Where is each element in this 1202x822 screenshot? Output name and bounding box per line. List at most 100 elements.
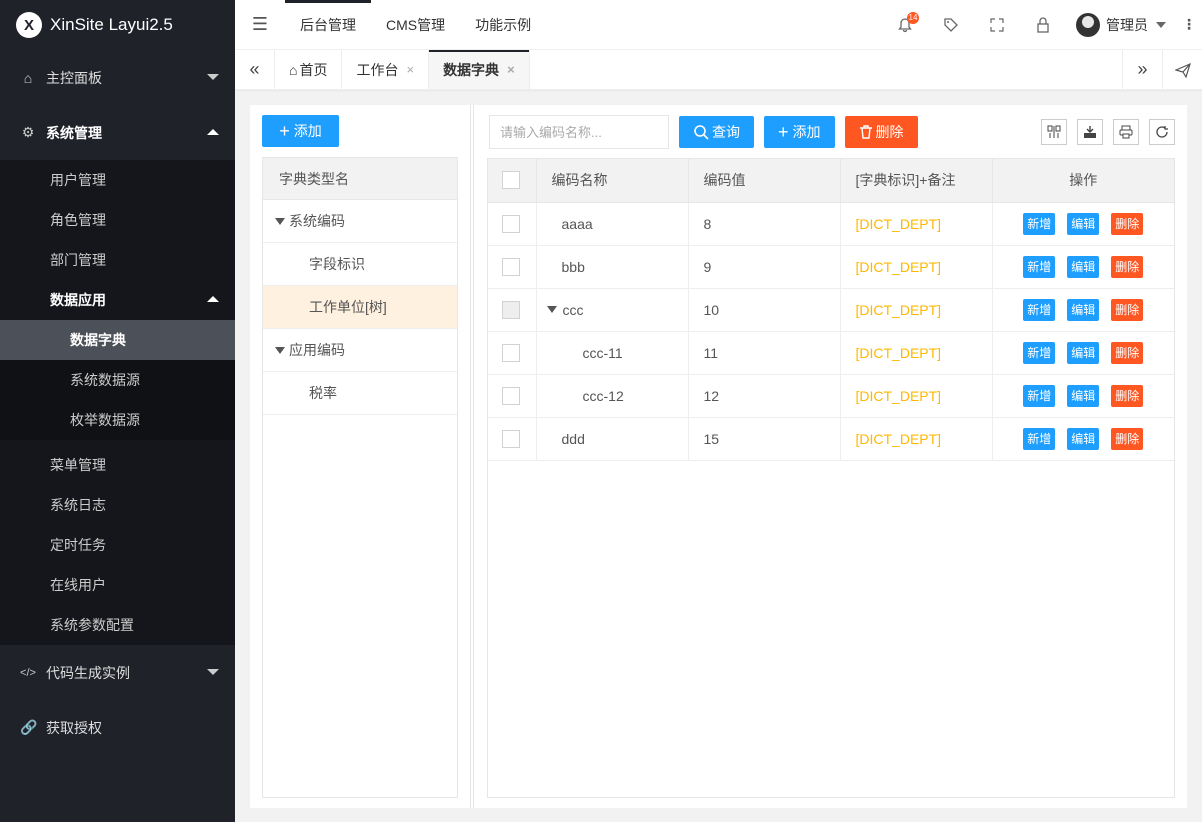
- sidebar-item-roles[interactable]: 角色管理: [0, 200, 235, 240]
- row-delete-button[interactable]: 删除: [1111, 298, 1144, 321]
- row-edit-button[interactable]: 编辑: [1067, 298, 1100, 321]
- expand-triangle-icon[interactable]: [275, 217, 285, 225]
- header-menu-admin[interactable]: 后台管理: [285, 0, 371, 50]
- sidebar-item-users[interactable]: 用户管理: [0, 160, 235, 200]
- more-vertical-icon[interactable]: ⋮: [1176, 16, 1202, 33]
- expand-triangle-icon[interactable]: [275, 346, 285, 354]
- cell-dict: [DICT_DEPT]: [840, 288, 993, 332]
- tabs-scroll-right-icon[interactable]: »: [1122, 50, 1162, 89]
- row-edit-button[interactable]: 编辑: [1067, 212, 1100, 235]
- row-checkbox-cell: [488, 331, 537, 375]
- content-card: + 添加 字典类型名 系统编码 字段标识 工作单位[树] 应用编码 税率 查询: [250, 105, 1187, 808]
- row-checkbox[interactable]: [502, 429, 520, 448]
- row-edit-button[interactable]: 编辑: [1067, 384, 1100, 407]
- expand-triangle-icon[interactable]: [546, 306, 557, 313]
- row-add-button[interactable]: 新增: [1023, 255, 1056, 278]
- tab-dict[interactable]: 数据字典 ×: [429, 50, 530, 89]
- columns-filter-icon[interactable]: [1041, 119, 1067, 145]
- sidebar-submenu-system: 用户管理 角色管理 部门管理 数据应用 数据字典 系统数据源 枚举数据源 菜单管…: [0, 160, 235, 645]
- tree-node-selected[interactable]: 工作单位[树]: [263, 286, 457, 329]
- top-header: ☰ 后台管理 CMS管理 功能示例 14 管理员 ⋮: [235, 0, 1202, 50]
- cell-value: 15: [688, 417, 841, 461]
- add-button[interactable]: + 添加: [764, 116, 835, 148]
- select-all-checkbox[interactable]: [502, 171, 520, 190]
- print-icon[interactable]: [1113, 119, 1139, 145]
- sidebar-item-online[interactable]: 在线用户: [0, 565, 235, 605]
- grid-toolbar: 查询 + 添加 删除: [489, 115, 1175, 149]
- row-add-button[interactable]: 新增: [1023, 212, 1056, 235]
- query-button[interactable]: 查询: [679, 116, 754, 148]
- sidebar-item-system[interactable]: ⚙ 系统管理: [0, 105, 235, 160]
- sidebar-item-menus[interactable]: 菜单管理: [0, 445, 235, 485]
- row-edit-button[interactable]: 编辑: [1067, 427, 1100, 450]
- tree-node[interactable]: 字段标识: [263, 243, 457, 286]
- cell-value: 11: [688, 331, 841, 375]
- row-add-button[interactable]: 新增: [1023, 427, 1056, 450]
- cell-dict: [DICT_DEPT]: [840, 245, 993, 289]
- lock-icon[interactable]: [1020, 0, 1066, 50]
- sidebar-item-enum-datasource[interactable]: 枚举数据源: [0, 400, 235, 440]
- sidebar: X XinSite Layui2.5 ⌂ 主控面板 ⚙ 系统管理 用户管理 角色…: [0, 0, 235, 822]
- header-menu-examples[interactable]: 功能示例: [460, 0, 546, 50]
- export-icon[interactable]: [1077, 119, 1103, 145]
- row-checkbox[interactable]: [502, 300, 520, 319]
- gear-icon: ⚙: [21, 124, 35, 140]
- row-delete-button[interactable]: 删除: [1111, 341, 1144, 364]
- row-delete-button[interactable]: 删除: [1111, 255, 1144, 278]
- close-icon[interactable]: ×: [507, 62, 515, 77]
- refresh-icon[interactable]: [1149, 119, 1175, 145]
- sidebar-item-dashboard[interactable]: ⌂ 主控面板: [0, 50, 235, 105]
- column-header[interactable]: 编码值: [688, 159, 841, 203]
- sidebar-item-logs[interactable]: 系统日志: [0, 485, 235, 525]
- row-checkbox[interactable]: [502, 214, 520, 233]
- row-add-button[interactable]: 新增: [1023, 298, 1056, 321]
- sidebar-item-tasks[interactable]: 定时任务: [0, 525, 235, 565]
- sidebar-item-sys-datasource[interactable]: 系统数据源: [0, 360, 235, 400]
- row-edit-button[interactable]: 编辑: [1067, 341, 1100, 364]
- tree-node[interactable]: 税率: [263, 372, 457, 415]
- row-delete-button[interactable]: 删除: [1111, 427, 1144, 450]
- bell-icon[interactable]: 14: [882, 0, 928, 50]
- row-edit-button[interactable]: 编辑: [1067, 255, 1100, 278]
- tree-add-button[interactable]: + 添加: [262, 115, 339, 147]
- column-header[interactable]: 编码名称: [536, 159, 689, 203]
- sidebar-item-codegen[interactable]: </> 代码生成实例: [0, 645, 235, 700]
- user-menu[interactable]: 管理员: [1066, 0, 1176, 50]
- sidebar-item-params[interactable]: 系统参数配置: [0, 605, 235, 645]
- tree-node[interactable]: 系统编码: [263, 200, 457, 243]
- tree-node[interactable]: 应用编码: [263, 329, 457, 372]
- header-menu-cms[interactable]: CMS管理: [371, 0, 460, 50]
- dict-type-panel: + 添加 字典类型名 系统编码 字段标识 工作单位[树] 应用编码 税率: [250, 105, 470, 808]
- row-delete-button[interactable]: 删除: [1111, 212, 1144, 235]
- logo[interactable]: X XinSite Layui2.5: [0, 0, 235, 50]
- close-icon[interactable]: ×: [406, 62, 414, 77]
- tab-workbench[interactable]: 工作台 ×: [342, 50, 430, 89]
- row-checkbox[interactable]: [502, 257, 520, 276]
- tab-bar: « ⌂ 首页 工作台 × 数据字典 × »: [235, 50, 1202, 90]
- cell-name: ccc-12: [536, 374, 689, 418]
- menu-toggle-icon[interactable]: ☰: [235, 14, 285, 35]
- row-add-button[interactable]: 新增: [1023, 384, 1056, 407]
- sidebar-item-license[interactable]: 🔗 获取授权: [0, 700, 235, 755]
- chevron-up-icon: [207, 296, 219, 302]
- sidebar-item-depts[interactable]: 部门管理: [0, 240, 235, 280]
- cell-value: 10: [688, 288, 841, 332]
- chevron-up-icon: [207, 129, 219, 135]
- sidebar-item-label: 主控面板: [46, 69, 102, 86]
- column-header[interactable]: [字典标识]+备注: [840, 159, 993, 203]
- sidebar-item-data-app[interactable]: 数据应用: [0, 280, 235, 320]
- fullscreen-icon[interactable]: [974, 0, 1020, 50]
- sidebar-item-dict[interactable]: 数据字典: [0, 320, 235, 360]
- cell-dict: [DICT_DEPT]: [840, 417, 993, 461]
- tab-home[interactable]: ⌂ 首页: [275, 50, 343, 89]
- row-delete-button[interactable]: 删除: [1111, 384, 1144, 407]
- tag-icon[interactable]: [928, 0, 974, 50]
- delete-button[interactable]: 删除: [844, 116, 918, 148]
- search-input[interactable]: [489, 115, 669, 149]
- row-add-button[interactable]: 新增: [1023, 341, 1056, 364]
- row-checkbox[interactable]: [502, 343, 520, 362]
- send-icon[interactable]: [1162, 50, 1202, 89]
- logo-icon: X: [16, 12, 42, 38]
- row-checkbox[interactable]: [502, 386, 520, 405]
- tabs-scroll-left-icon[interactable]: «: [235, 50, 275, 89]
